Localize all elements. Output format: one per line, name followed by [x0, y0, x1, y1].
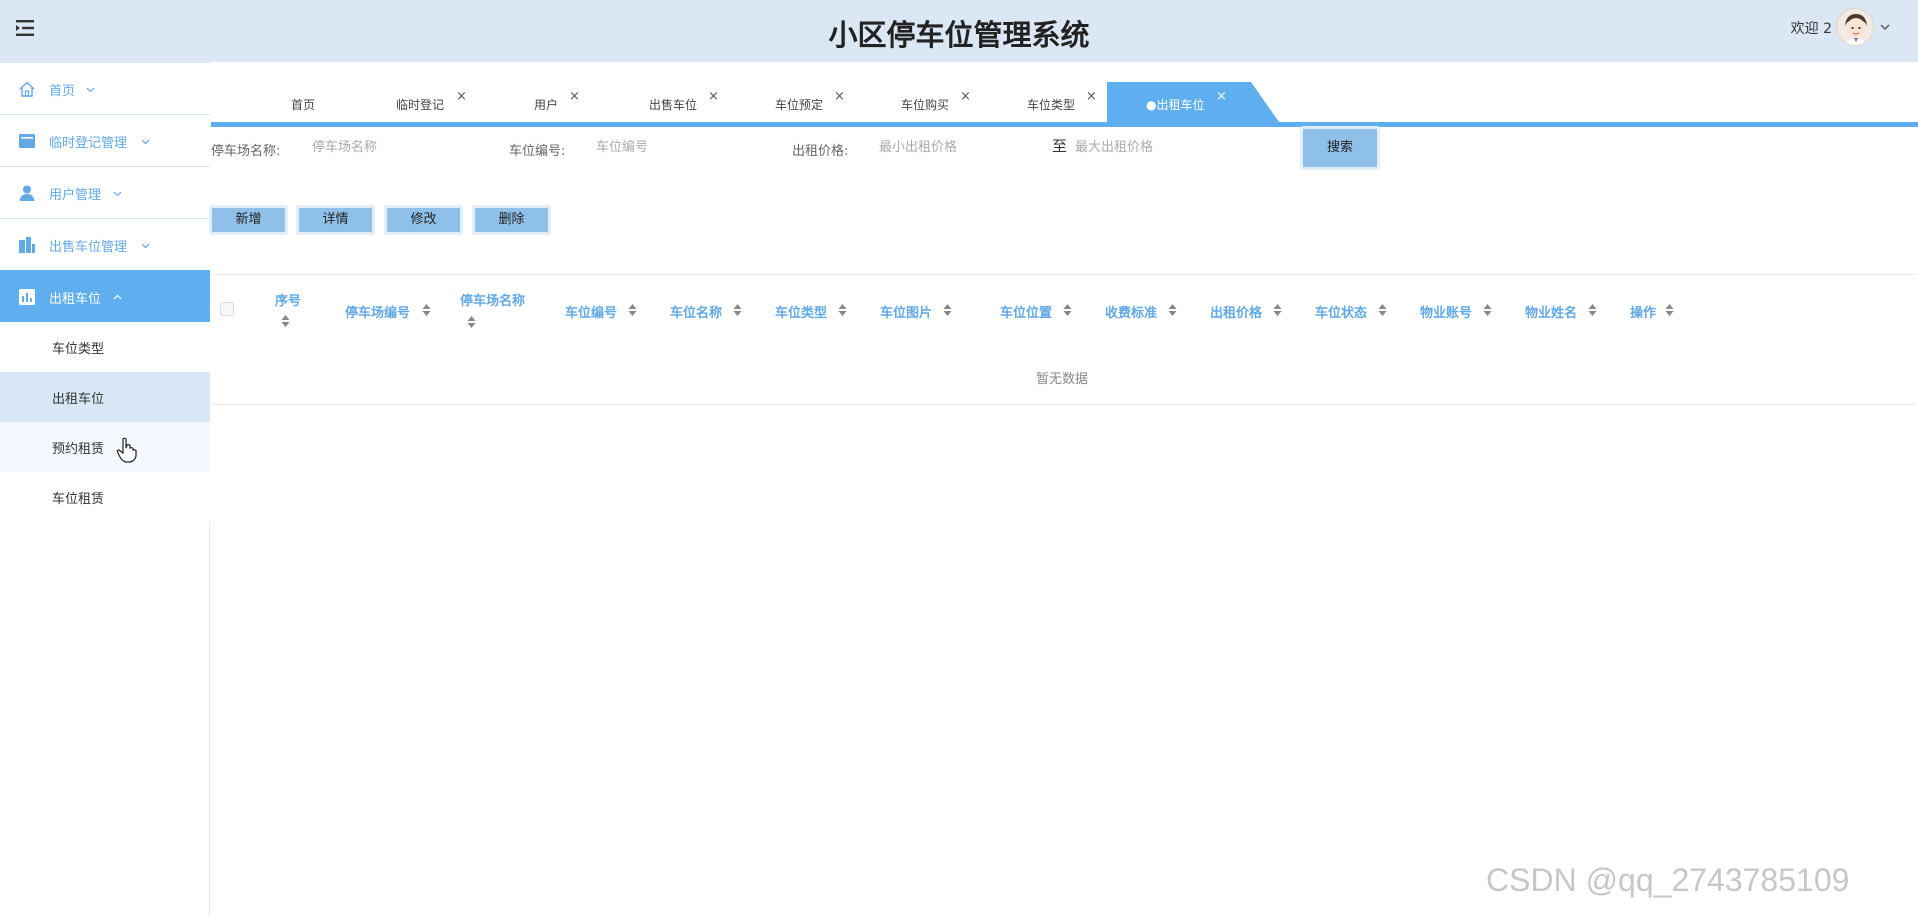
table-empty-text: 暂无数据	[1036, 372, 1089, 387]
sidebar-item-label: 用户管理	[49, 188, 102, 203]
close-icon[interactable]: ×	[456, 89, 467, 104]
sidebar-subitem-reservation[interactable]: 预约租赁	[0, 422, 210, 472]
parking-name-label: 停车场名称:	[211, 144, 281, 159]
price-max-input[interactable]	[1075, 133, 1245, 161]
sidebar-item-temp-registration[interactable]: 临时登记管理	[0, 114, 210, 166]
tabs-underline	[211, 122, 1918, 127]
close-icon[interactable]: ×	[834, 89, 845, 104]
chevron-down-icon	[141, 139, 150, 145]
sort-icon[interactable]	[628, 304, 637, 316]
chart-icon	[19, 289, 35, 305]
sidebar-item-sale-spaces[interactable]: 出售车位管理	[0, 218, 210, 270]
chevron-down-icon	[113, 191, 122, 197]
user-icon	[19, 185, 35, 201]
price-min-input[interactable]	[879, 133, 1039, 161]
sort-icon[interactable]	[1665, 304, 1674, 316]
column-header-fee-standard[interactable]: 收费标准	[1105, 302, 1157, 321]
add-button[interactable]: 新增	[209, 205, 288, 235]
column-header-space-type[interactable]: 车位类型	[775, 302, 827, 321]
tabs-bar: 首页 临时登记 × 用户 × 出售车位 × 车位预定 × 车位购买 × 车位类型…	[211, 62, 1918, 124]
sidebar: 首页 临时登记管理 用户管理 出售车位管理 出租车位 车位类型 出租车位 预约租…	[0, 62, 210, 916]
column-header-space-name[interactable]: 车位名称	[670, 302, 722, 321]
delete-button[interactable]: 删除	[472, 205, 551, 235]
sidebar-subitem-rental-spaces[interactable]: 出租车位	[0, 372, 210, 422]
sidebar-subitem-label: 出租车位	[52, 392, 105, 407]
table-divider	[211, 274, 1916, 275]
sort-icon[interactable]	[1483, 304, 1492, 316]
sort-icon[interactable]	[943, 304, 952, 316]
hand-cursor-icon	[116, 437, 137, 463]
sidebar-item-label: 出租车位	[49, 292, 102, 307]
space-no-input[interactable]	[596, 133, 756, 161]
sort-icon[interactable]	[1588, 304, 1597, 316]
detail-button[interactable]: 详情	[296, 205, 375, 235]
chevron-up-icon	[113, 294, 122, 300]
sort-icon[interactable]	[1378, 304, 1387, 316]
sort-icon[interactable]	[281, 315, 290, 327]
chevron-down-icon[interactable]	[1880, 22, 1890, 32]
close-icon[interactable]: ×	[708, 89, 719, 104]
app-header: 小区停车位管理系统 欢迎 2	[0, 0, 1918, 62]
chevron-down-icon	[86, 87, 95, 93]
column-header-actions[interactable]: 操作	[1630, 302, 1656, 321]
sort-icon[interactable]	[1063, 304, 1072, 316]
column-header-space-image[interactable]: 车位图片	[880, 302, 932, 321]
edit-button[interactable]: 修改	[384, 205, 463, 235]
sidebar-item-rental-spaces[interactable]: 出租车位	[0, 270, 210, 322]
space-no-label: 车位编号:	[509, 144, 566, 159]
welcome-text: 欢迎 2	[1790, 21, 1832, 37]
close-icon[interactable]: ×	[1216, 89, 1227, 104]
sidebar-item-label: 首页	[49, 84, 76, 99]
document-icon	[19, 134, 35, 148]
column-header-parking-no[interactable]: 停车场编号	[345, 302, 410, 321]
parking-name-input[interactable]	[312, 133, 472, 161]
avatar[interactable]	[1836, 8, 1874, 46]
column-header-space-location[interactable]: 车位位置	[1000, 302, 1052, 321]
column-header-property-account[interactable]: 物业账号	[1420, 302, 1472, 321]
column-header-parking-name[interactable]: 停车场名称	[460, 290, 525, 309]
column-header-space-no[interactable]: 车位编号	[565, 302, 617, 321]
select-all-checkbox[interactable]	[220, 302, 234, 316]
app-title: 小区停车位管理系统	[828, 18, 1090, 52]
watermark-text: CSDN @qq_2743785109	[1486, 862, 1850, 898]
sidebar-item-label: 出售车位管理	[49, 240, 128, 255]
sidebar-subitem-label: 车位租赁	[52, 492, 105, 507]
sort-icon[interactable]	[733, 304, 742, 316]
building-icon	[19, 237, 35, 253]
search-button[interactable]: 搜索	[1300, 126, 1380, 170]
sort-icon[interactable]	[838, 304, 847, 316]
column-header-space-status[interactable]: 车位状态	[1315, 302, 1367, 321]
sort-icon[interactable]	[1168, 304, 1177, 316]
table-divider	[211, 404, 1916, 405]
to-label: 至	[1052, 137, 1068, 155]
price-label: 出租价格:	[792, 144, 849, 159]
close-icon[interactable]: ×	[960, 89, 971, 104]
sidebar-subitem-space-type[interactable]: 车位类型	[0, 322, 210, 372]
sort-icon[interactable]	[1273, 304, 1282, 316]
home-icon	[19, 81, 35, 97]
sort-icon[interactable]	[422, 304, 431, 316]
column-header-index[interactable]: 序号	[275, 290, 301, 309]
sidebar-item-home[interactable]: 首页	[0, 62, 210, 114]
close-icon[interactable]: ×	[1086, 89, 1097, 104]
sidebar-subitem-label: 预约租赁	[52, 442, 105, 457]
chevron-down-icon	[141, 243, 150, 249]
close-icon[interactable]: ×	[569, 89, 580, 104]
sidebar-item-users[interactable]: 用户管理	[0, 166, 210, 218]
column-header-property-name[interactable]: 物业姓名	[1525, 302, 1577, 321]
sidebar-subitem-label: 车位类型	[52, 342, 105, 357]
sort-icon[interactable]	[467, 316, 476, 328]
sidebar-item-label: 临时登记管理	[49, 136, 128, 151]
column-header-rent-price[interactable]: 出租价格	[1210, 302, 1262, 321]
sidebar-subitem-space-rental[interactable]: 车位租赁	[0, 472, 210, 522]
